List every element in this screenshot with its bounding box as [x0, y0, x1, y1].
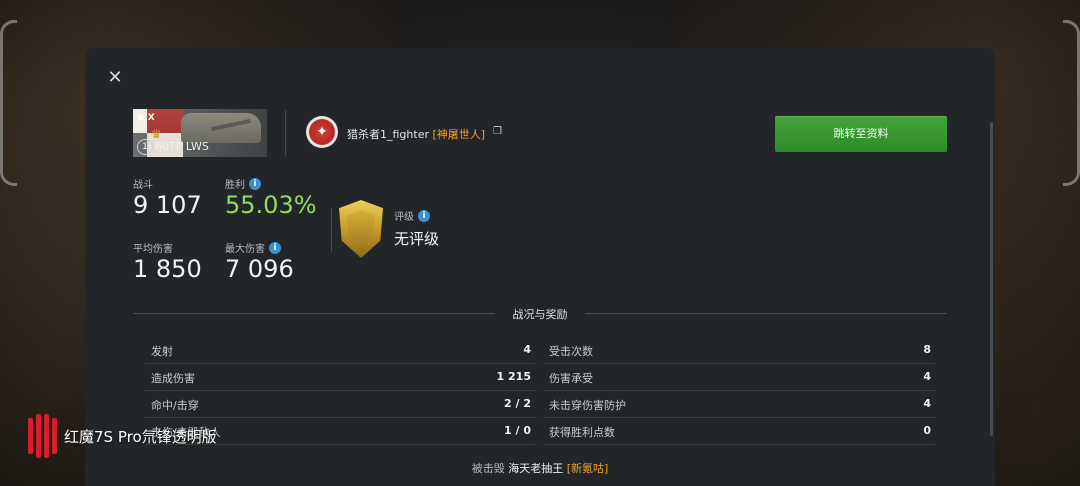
tank-image	[181, 113, 261, 143]
info-icon[interactable]: i	[249, 177, 261, 190]
row-value: 4	[923, 370, 931, 383]
scrollbar[interactable]	[990, 122, 993, 436]
win-rate-stat: 胜利 i 55.03%	[225, 176, 317, 219]
avg-damage-label: 平均伤害	[133, 244, 173, 255]
copy-icon[interactable]: ❐	[493, 126, 503, 138]
battles-stat: 战斗 9 107	[133, 176, 202, 219]
row-label: 伤害承受	[549, 372, 593, 385]
player-clan-tag: [神屠世人]	[432, 128, 486, 141]
close-icon[interactable]: ✕	[105, 68, 125, 88]
section-divider-left	[133, 313, 495, 314]
avg-damage-value: 1 850	[133, 255, 202, 283]
tank-card: ≡ X ♛ 1 60TP LWS	[133, 109, 267, 157]
eagle-icon: ♛	[151, 127, 162, 141]
table-row: 伤害承受 4	[543, 363, 935, 391]
tank-tier-mark: ≡ X	[137, 113, 155, 123]
rating-value: 无评级	[394, 230, 440, 248]
tank-level-badge: 1	[137, 139, 153, 155]
screen-edge-left	[0, 20, 17, 186]
table-row: 受击次数 8	[543, 336, 935, 364]
row-label: 获得胜利点数	[549, 426, 615, 439]
divider	[331, 208, 332, 252]
killed-by-label: 被击毁	[471, 462, 505, 475]
battles-label: 战斗	[133, 180, 153, 191]
row-label: 未击穿伤害防护	[549, 399, 626, 412]
avg-damage-stat: 平均伤害 1 850	[133, 240, 202, 283]
table-row: 发射 4	[145, 336, 535, 364]
divider	[285, 110, 286, 156]
tank-name: 60TP LWS	[155, 140, 209, 153]
watermark-text: 红魔7S Pro氘锋透明版	[64, 427, 217, 446]
tank-barrel	[211, 118, 251, 132]
row-value: 2 / 2	[504, 397, 531, 410]
killer-name[interactable]: 海天老抽王	[508, 462, 563, 475]
rating-label-group: 评级 i	[394, 208, 430, 223]
max-damage-label: 最大伤害	[225, 244, 265, 255]
killer-clan-tag: [新氪咕]	[566, 462, 609, 475]
player-battle-stats-panel: ✕ ≡ X ♛ 1 60TP LWS ✦ 猎杀者1_fighter [神屠世人]…	[85, 48, 995, 486]
win-rate-value: 55.03%	[225, 191, 317, 219]
row-value: 1 215	[496, 370, 531, 383]
max-damage-stat: 最大伤害 i 7 096	[225, 240, 294, 283]
win-rate-label: 胜利	[225, 180, 245, 191]
section-title: 战况与奖励	[512, 308, 568, 321]
row-label: 发射	[151, 345, 173, 358]
red-magic-logo-icon	[26, 414, 58, 458]
screen-edge-right	[1063, 20, 1080, 186]
player-name-line: 猎杀者1_fighter [神屠世人]	[347, 126, 485, 142]
row-label: 造成伤害	[151, 372, 195, 385]
max-damage-value: 7 096	[225, 255, 294, 283]
info-icon[interactable]: i	[269, 241, 281, 254]
killed-by-line: 被击毁 海天老抽王 [新氪咕]	[85, 460, 995, 476]
row-label: 命中/击穿	[151, 399, 199, 412]
table-row: 造成伤害 1 215	[145, 363, 535, 391]
info-icon[interactable]: i	[418, 209, 430, 222]
player-emblem-icon: ✦	[306, 116, 338, 148]
table-row: 未击穿伤害防护 4	[543, 390, 935, 418]
go-to-profile-button[interactable]: 跳转至资料	[775, 116, 947, 152]
rating-label: 评级	[394, 212, 414, 223]
table-row: 获得胜利点数 0	[543, 417, 935, 445]
row-value: 1 / 0	[504, 424, 531, 437]
row-value: 8	[923, 343, 931, 356]
device-watermark: 红魔7S Pro氘锋透明版	[26, 414, 217, 458]
section-divider-right	[585, 313, 947, 314]
row-value: 0	[923, 424, 931, 437]
row-value: 4	[923, 397, 931, 410]
battles-value: 9 107	[133, 191, 202, 219]
tank-tier-value: X	[147, 113, 155, 123]
player-name: 猎杀者1_fighter	[347, 128, 429, 141]
row-label: 受击次数	[549, 345, 593, 358]
row-value: 4	[523, 343, 531, 356]
